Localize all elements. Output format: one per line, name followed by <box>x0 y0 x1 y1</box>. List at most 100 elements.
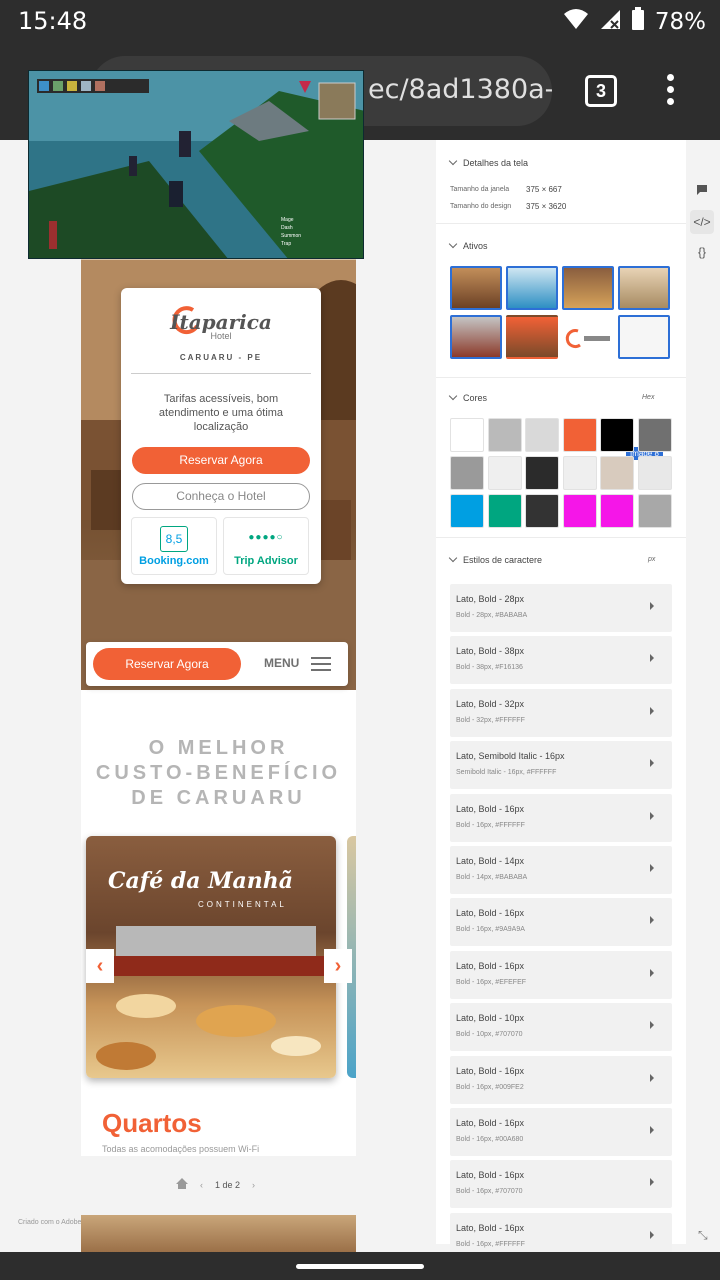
char-style-name: Lato, Bold - 32px <box>456 698 525 709</box>
pager-next-icon[interactable]: › <box>252 1180 255 1190</box>
booking-label: Booking.com <box>139 555 209 567</box>
chevron-right-icon <box>650 602 654 610</box>
braces-icon[interactable]: {} <box>690 240 714 264</box>
home-gesture-handle[interactable] <box>296 1264 424 1269</box>
comment-icon[interactable] <box>690 180 714 204</box>
color-format-dropdown[interactable]: Hex <box>642 394 654 401</box>
hud-label: Dash <box>281 225 293 231</box>
breakfast-promo-card[interactable]: Café da Manhã CONTINENTAL <box>86 836 336 1078</box>
char-style-name: Lato, Bold - 16px <box>456 803 525 814</box>
asset-thumbnail[interactable] <box>506 266 558 310</box>
discover-hotel-button[interactable]: Conheça o Hotel <box>132 483 310 510</box>
asset-thumbnail[interactable] <box>450 315 502 359</box>
booking-rating[interactable]: 8,5 Booking.com <box>131 517 217 575</box>
nav-reserve-button[interactable]: Reservar Agora <box>93 648 241 680</box>
char-style-row[interactable]: Lato, Bold - 14px Bold - 14px, #BABABA <box>450 846 672 894</box>
char-style-name: Lato, Bold - 16px <box>456 908 525 919</box>
hamburger-icon[interactable] <box>311 657 331 671</box>
char-style-row[interactable]: Lato, Bold - 16px Bold - 16px, #009FE2 <box>450 1055 672 1104</box>
colors-title: Cores <box>463 393 488 403</box>
reserve-button[interactable]: Reservar Agora <box>132 447 310 474</box>
color-swatch[interactable] <box>600 456 634 490</box>
char-style-row[interactable]: Lato, Bold - 28px Bold - 28px, #BABABA <box>450 584 672 632</box>
char-styles-unit[interactable]: px <box>648 556 655 563</box>
color-swatch[interactable] <box>450 456 484 490</box>
colors-header[interactable]: Cores <box>448 391 488 403</box>
color-swatch[interactable] <box>637 494 672 528</box>
status-time: 15:48 <box>18 7 88 35</box>
page-content: Itaparica Hotel CARUARU - PE Tarifas ace… <box>0 140 720 1252</box>
asset-logo-thumbnail[interactable] <box>562 315 614 359</box>
assets-header[interactable]: Ativos <box>448 239 488 251</box>
char-style-meta: Bold - 16px, #00A680 <box>456 1136 524 1143</box>
char-style-row[interactable]: Lato, Bold - 10px Bold - 10px, #707070 <box>450 1003 672 1052</box>
screen-details-header[interactable]: Detalhes da tela <box>448 156 528 168</box>
browser-menu-button[interactable] <box>660 74 680 110</box>
design-size-value: 375 × 3620 <box>526 202 567 211</box>
char-style-row[interactable]: Lato, Bold - 38px Bold - 38px, #F16136 <box>450 636 672 685</box>
artboard-preview[interactable]: Itaparica Hotel CARUARU - PE Tarifas ace… <box>81 140 356 1156</box>
char-style-row[interactable]: Lato, Bold - 16px Bold - 16px, #00A680 <box>450 1108 672 1156</box>
color-swatch[interactable] <box>562 418 597 452</box>
home-icon[interactable] <box>176 1178 188 1191</box>
color-swatch[interactable] <box>562 494 597 528</box>
assets-title: Ativos <box>463 241 488 251</box>
system-nav-bar <box>0 1252 720 1280</box>
char-style-row[interactable]: Lato, Bold - 16px Bold - 16px, #FFFFFF <box>450 793 672 842</box>
color-swatch[interactable] <box>450 494 484 528</box>
inspector-panel: Detalhes da tela Tamanho da janela 375 ×… <box>436 140 686 1252</box>
char-style-meta: Bold - 28px, #BABABA <box>456 612 528 619</box>
color-swatch[interactable] <box>487 494 522 528</box>
char-style-row[interactable]: Lato, Bold - 32px Bold - 32px, #FFFFFF <box>450 688 672 737</box>
char-styles-header[interactable]: Estilos de caractere <box>448 553 542 565</box>
chevron-right-icon <box>650 1021 654 1030</box>
tripadvisor-rating[interactable]: ●●●●○ Trip Advisor <box>223 517 309 575</box>
color-swatch[interactable] <box>525 456 559 490</box>
color-swatch[interactable] <box>600 494 634 528</box>
cursor-tool-icon[interactable]: ⤡ <box>698 1228 708 1243</box>
char-style-meta: Bold - 16px, #FFFFFF <box>456 1240 525 1248</box>
next-artboard-preview[interactable] <box>81 1215 356 1252</box>
asset-thumbnail-selected[interactable] <box>618 315 670 359</box>
booking-score: 8,5 <box>160 526 188 552</box>
menu-label[interactable]: MENU <box>264 656 299 670</box>
screen-details-section: Detalhes da tela Tamanho da janela 375 ×… <box>436 140 686 224</box>
color-swatch[interactable] <box>637 456 672 490</box>
artboard-pager: ‹ 1 de 2 › <box>176 1178 255 1191</box>
char-style-name: Lato, Bold - 16px <box>456 1222 525 1233</box>
color-swatch[interactable] <box>487 418 522 452</box>
color-swatch[interactable] <box>525 494 559 528</box>
char-style-row[interactable]: Lato, Bold - 16px Bold - 16px, #9A9A9A <box>450 898 672 947</box>
chevron-right-icon <box>650 654 654 663</box>
chevron-right-icon <box>650 811 654 820</box>
color-swatch[interactable] <box>450 418 484 452</box>
asset-thumbnail[interactable] <box>450 266 502 310</box>
asset-thumbnail[interactable] <box>562 266 614 310</box>
code-icon[interactable]: </> <box>690 210 714 234</box>
color-swatch[interactable] <box>600 418 634 452</box>
color-swatch[interactable] <box>525 418 559 452</box>
char-style-row[interactable]: Lato, Semibold Italic - 16px Semibold Ita… <box>450 741 672 790</box>
promo-subtitle: CONTINENTAL <box>198 900 287 909</box>
carousel-prev-button[interactable]: ‹ <box>86 949 114 983</box>
tripadvisor-dots: ●●●●○ <box>248 532 284 543</box>
asset-thumbnail[interactable] <box>618 266 670 310</box>
rooms-description: Todas as acomodações possuem Wi-Fi <box>102 1144 260 1154</box>
char-style-row[interactable]: Lato, Bold - 16px Bold - 16px, #FFFFFF <box>450 1212 672 1252</box>
pager-prev-icon[interactable]: ‹ <box>200 1180 203 1190</box>
color-swatch[interactable] <box>487 456 522 490</box>
hud-label: Summon <box>281 233 302 239</box>
char-style-row[interactable]: Lato, Bold - 16px Bold - 16px, #EFEFEF <box>450 950 672 999</box>
char-style-row[interactable]: Lato, Bold - 16px Bold - 16px, #707070 <box>450 1160 672 1209</box>
char-style-meta: Bold - 16px, #9A9A9A <box>456 926 525 934</box>
tripadvisor-label: Trip Advisor <box>234 555 298 567</box>
char-style-meta: Bold - 16px, #EFEFEF <box>456 978 527 986</box>
floating-video-overlay[interactable]: Mage Dash Summon Trap <box>28 70 364 259</box>
color-swatch[interactable] <box>562 456 597 490</box>
carousel-next-button[interactable]: › <box>324 949 352 983</box>
colors-section: Cores Hex <box>436 378 686 538</box>
color-swatch[interactable] <box>637 418 672 452</box>
pager-label: 1 de 2 <box>215 1179 241 1190</box>
tab-switcher-button[interactable]: 3 <box>585 75 617 107</box>
asset-thumbnail[interactable] <box>506 315 558 359</box>
